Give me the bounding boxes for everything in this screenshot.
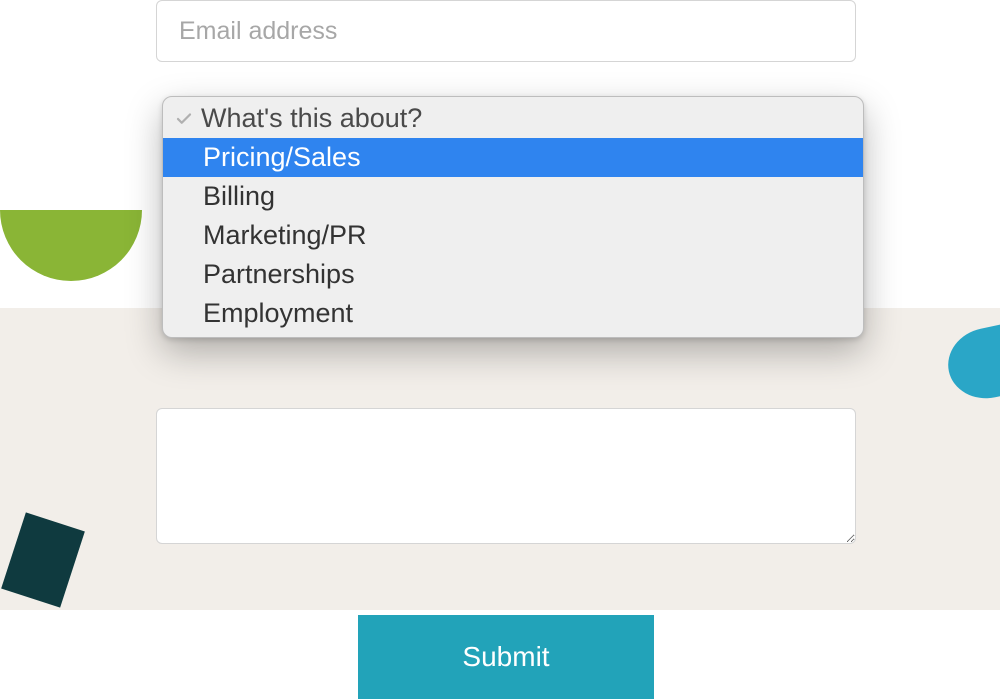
- topic-dropdown-menu[interactable]: What's this about? Pricing/Sales Billing…: [162, 96, 864, 338]
- dropdown-option-employment[interactable]: Employment: [163, 294, 863, 333]
- decor-green-half-circle: [0, 210, 142, 281]
- dropdown-option-marketing-pr[interactable]: Marketing/PR: [163, 216, 863, 255]
- message-textarea[interactable]: [156, 408, 856, 544]
- check-icon: [175, 110, 193, 128]
- dropdown-prompt-label: What's this about?: [201, 103, 422, 134]
- contact-form: What's this about? Pricing/Sales Billing…: [156, 0, 856, 699]
- dropdown-option-partnerships[interactable]: Partnerships: [163, 255, 863, 294]
- dropdown-option-billing[interactable]: Billing: [163, 177, 863, 216]
- dropdown-prompt-row: What's this about?: [163, 97, 863, 138]
- dropdown-option-pricing-sales[interactable]: Pricing/Sales: [163, 138, 863, 177]
- topic-select[interactable]: What's this about? Pricing/Sales Billing…: [156, 82, 856, 144]
- submit-button[interactable]: Submit: [358, 615, 654, 699]
- email-field[interactable]: [156, 0, 856, 62]
